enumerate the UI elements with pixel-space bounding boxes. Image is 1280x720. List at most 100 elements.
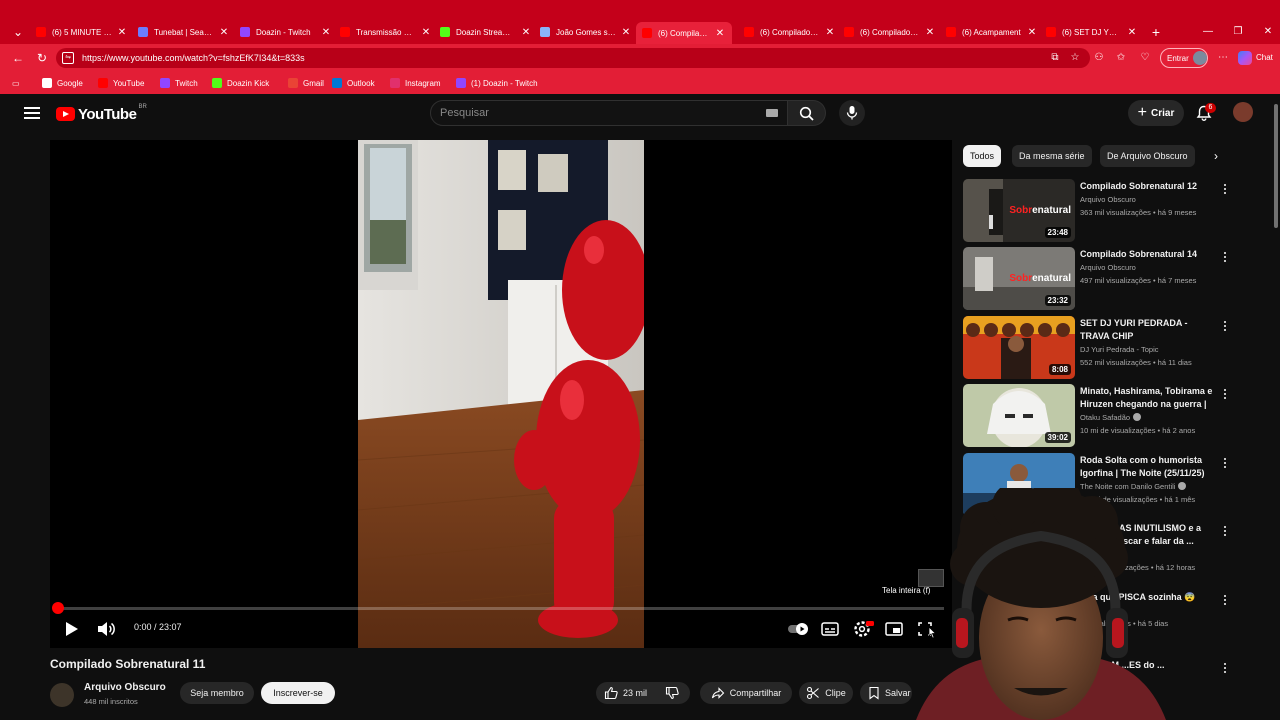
shield-icon[interactable]: ♡ <box>1136 48 1154 68</box>
settings-gear-icon[interactable] <box>852 619 874 639</box>
channel-avatar[interactable] <box>50 683 74 707</box>
video-title[interactable]: Compilado Sobrenatural 12 <box>1080 180 1214 193</box>
more-actions-kebab-icon[interactable] <box>1222 182 1228 196</box>
video-thumbnail[interactable]: 8:08 <box>963 316 1075 379</box>
search-box[interactable] <box>430 100 788 126</box>
keyboard-icon[interactable] <box>766 109 778 117</box>
bookmark-item[interactable]: YouTube <box>98 74 144 92</box>
video-channel[interactable]: Otaku Safadão <box>1080 413 1142 422</box>
more-menu-icon[interactable]: ⋯ <box>1214 48 1232 68</box>
tab-close-icon[interactable]: ✕ <box>714 28 726 39</box>
bookmark-item[interactable]: Doazin Kick <box>212 74 269 92</box>
sidebar-toggle-icon[interactable]: ▭ <box>12 74 20 92</box>
copilot-chat-button[interactable]: Chat <box>1238 48 1278 68</box>
tab-close-icon[interactable]: ✕ <box>620 27 632 38</box>
channel-name[interactable]: Arquivo Obscuro <box>84 682 166 693</box>
browser-tab[interactable]: (6) Acampament ✕ <box>946 22 1038 42</box>
filter-chip[interactable]: De Arquivo Obscuro <box>1100 145 1195 167</box>
recommended-video[interactable]: 8:08 SET DJ YURI PEDRADA - TRAVA CHIP DJ Y… <box>963 316 1233 379</box>
bookmark-item[interactable]: Gmail <box>288 74 324 92</box>
subtitles-icon[interactable] <box>820 619 840 639</box>
video-title[interactable]: Roda Solta com o humorista Igorfina | Th… <box>1080 454 1214 480</box>
address-url[interactable]: https://www.youtube.com/watch?v=fshzEfK7… <box>82 53 305 63</box>
site-info-icon[interactable]: ⇋ <box>62 52 74 64</box>
video-title[interactable]: Minato, Hashirama, Tobirama e Hiruzen ch… <box>1080 385 1214 411</box>
tab-close-icon[interactable]: ✕ <box>218 27 230 38</box>
account-avatar[interactable] <box>1233 102 1253 122</box>
favorites-icon[interactable]: ✩ <box>1112 48 1130 68</box>
voice-search-button[interactable] <box>839 100 865 126</box>
restore-icon[interactable]: ❐ <box>1228 22 1248 42</box>
tab-close-icon[interactable]: ✕ <box>1126 27 1138 38</box>
browser-tab[interactable]: (6) Compilado Sc ✕ <box>636 22 732 44</box>
address-bar[interactable]: ⇋ https://www.youtube.com/watch?v=fshzEf… <box>56 48 1090 68</box>
tab-list-chevron-icon[interactable]: ⌄ <box>8 22 28 42</box>
filter-chip[interactable]: Da mesma série <box>1012 145 1092 167</box>
bookmark-item[interactable]: Outlook <box>332 74 375 92</box>
tab-close-icon[interactable]: ✕ <box>520 27 532 38</box>
tab-close-icon[interactable]: ✕ <box>116 27 128 38</box>
bookmark-item[interactable]: Twitch <box>160 74 198 92</box>
clip-button[interactable]: Clipe <box>799 682 853 704</box>
signin-button[interactable]: Entrar <box>1160 48 1208 68</box>
dislike-thumb-icon[interactable] <box>665 686 679 700</box>
video-thumbnail[interactable]: Sobrenatural 23:48 <box>963 179 1075 242</box>
bookmark-item[interactable]: Instagram <box>390 74 441 92</box>
tab-close-icon[interactable]: ✕ <box>1026 27 1038 38</box>
video-channel[interactable]: DJ Yuri Pedrada - Topic <box>1080 345 1159 354</box>
minimize-icon[interactable]: — <box>1198 22 1218 42</box>
more-actions-kebab-icon[interactable] <box>1222 250 1228 264</box>
browser-tab[interactable]: (6) 5 MINUTE VOC ✕ <box>36 22 128 42</box>
video-title[interactable]: Compilado Sobrenatural 14 <box>1080 248 1214 261</box>
youtube-logo[interactable]: YouTube BR <box>56 104 147 124</box>
page-scrollbar-thumb[interactable] <box>1274 104 1278 228</box>
back-arrow-icon[interactable]: ← <box>8 48 28 68</box>
browser-tab[interactable]: (6) Compilado Sc ✕ <box>744 22 836 42</box>
extension-icon[interactable]: ⚇ <box>1090 48 1108 68</box>
play-icon[interactable] <box>62 619 80 639</box>
recommended-video[interactable]: Sobrenatural 23:48 Compilado Sobrenatural … <box>963 179 1233 242</box>
browser-tab[interactable]: Doazin Stream - V ✕ <box>440 22 532 42</box>
browser-tab[interactable]: (6) Compilado Sc ✕ <box>844 22 936 42</box>
create-button[interactable]: + Criar <box>1128 100 1184 126</box>
share-button[interactable]: Compartilhar <box>700 682 792 704</box>
reload-icon[interactable]: ↻ <box>32 48 52 68</box>
like-count[interactable]: 23 mil <box>623 688 647 698</box>
chevron-right-icon[interactable]: › <box>1208 148 1224 164</box>
video-channel[interactable]: Arquivo Obscuro <box>1080 195 1136 204</box>
app-install-icon[interactable]: ⧉ <box>1046 48 1064 68</box>
browser-tab[interactable]: Doazin - Twitch ✕ <box>240 22 332 42</box>
browser-tab[interactable]: João Gomes se p ✕ <box>540 22 632 42</box>
bookmark-star-icon[interactable]: ☆ <box>1066 48 1084 68</box>
more-actions-kebab-icon[interactable] <box>1222 387 1228 401</box>
tab-close-icon[interactable]: ✕ <box>824 27 836 38</box>
recommended-video[interactable]: Sobrenatural 23:32 Compilado Sobrenatural … <box>963 247 1233 310</box>
progress-scrubber-handle[interactable] <box>52 602 64 614</box>
browser-tab[interactable]: Tunebat | Search ✕ <box>138 22 230 42</box>
bookmark-item[interactable]: (1) Doazin - Twitch <box>456 74 538 92</box>
video-thumbnail[interactable]: Sobrenatural 23:32 <box>963 247 1075 310</box>
browser-tab[interactable]: Transmissão ao vi ✕ <box>340 22 432 42</box>
subscribe-button[interactable]: Inscrever-se <box>261 682 335 704</box>
tab-close-icon[interactable]: ✕ <box>420 27 432 38</box>
bookmark-item[interactable]: Google <box>42 74 83 92</box>
join-button[interactable]: Seja membro <box>180 682 254 704</box>
progress-bar-track[interactable] <box>58 607 944 610</box>
hamburger-menu-icon[interactable] <box>22 104 42 124</box>
video-title[interactable]: SET DJ YURI PEDRADA - TRAVA CHIP <box>1080 317 1214 343</box>
close-window-icon[interactable]: ✕ <box>1258 22 1278 42</box>
video-channel[interactable]: Arquivo Obscuro <box>1080 263 1136 272</box>
new-tab-plus-icon[interactable]: + <box>1148 22 1164 42</box>
volume-icon[interactable] <box>96 619 116 639</box>
like-thumb-icon[interactable] <box>604 686 618 700</box>
search-button[interactable] <box>788 100 826 126</box>
more-actions-kebab-icon[interactable] <box>1222 456 1228 470</box>
video-thumbnail[interactable]: 39:02 <box>963 384 1075 447</box>
tab-close-icon[interactable]: ✕ <box>924 27 936 38</box>
more-actions-kebab-icon[interactable] <box>1222 319 1228 333</box>
search-input[interactable] <box>440 107 740 119</box>
autoplay-toggle-icon[interactable] <box>786 619 810 639</box>
browser-tab[interactable]: (6) SET DJ YURI P ✕ <box>1046 22 1138 42</box>
filter-chip[interactable]: Todos <box>963 145 1002 167</box>
recommended-video[interactable]: 39:02 Minato, Hashirama, Tobirama e Hiruz… <box>963 384 1233 447</box>
